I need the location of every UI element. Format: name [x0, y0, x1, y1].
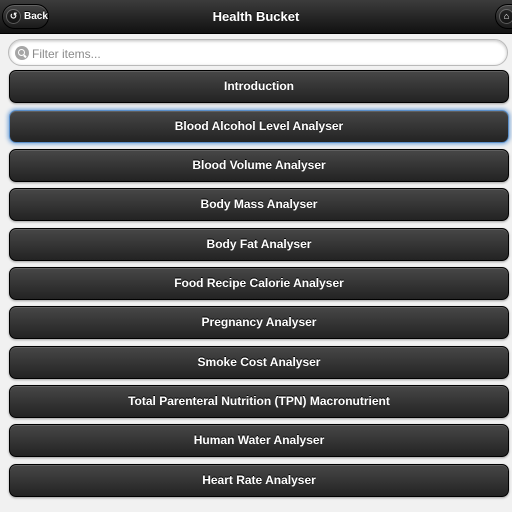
list-item-blood-volume-analyser[interactable]: Blood Volume Analyser	[9, 149, 509, 182]
list-item-heart-rate-analyser[interactable]: Heart Rate Analyser	[9, 464, 509, 497]
list-item-blood-alcohol-level-analyser[interactable]: Blood Alcohol Level Analyser	[9, 110, 509, 143]
analyser-list: Introduction Blood Alcohol Level Analyse…	[0, 0, 512, 512]
list-item-pregnancy-analyser[interactable]: Pregnancy Analyser	[9, 306, 509, 339]
list-item-human-water-analyser[interactable]: Human Water Analyser	[9, 424, 509, 457]
list-item-body-mass-analyser[interactable]: Body Mass Analyser	[9, 188, 509, 221]
list-item-food-recipe-calorie-analyser[interactable]: Food Recipe Calorie Analyser	[9, 267, 509, 300]
list-item-introduction[interactable]: Introduction	[9, 70, 509, 103]
list-item-tpn-macronutrient[interactable]: Total Parenteral Nutrition (TPN) Macronu…	[9, 385, 509, 418]
list-item-smoke-cost-analyser[interactable]: Smoke Cost Analyser	[9, 346, 509, 379]
list-item-body-fat-analyser[interactable]: Body Fat Analyser	[9, 228, 509, 261]
